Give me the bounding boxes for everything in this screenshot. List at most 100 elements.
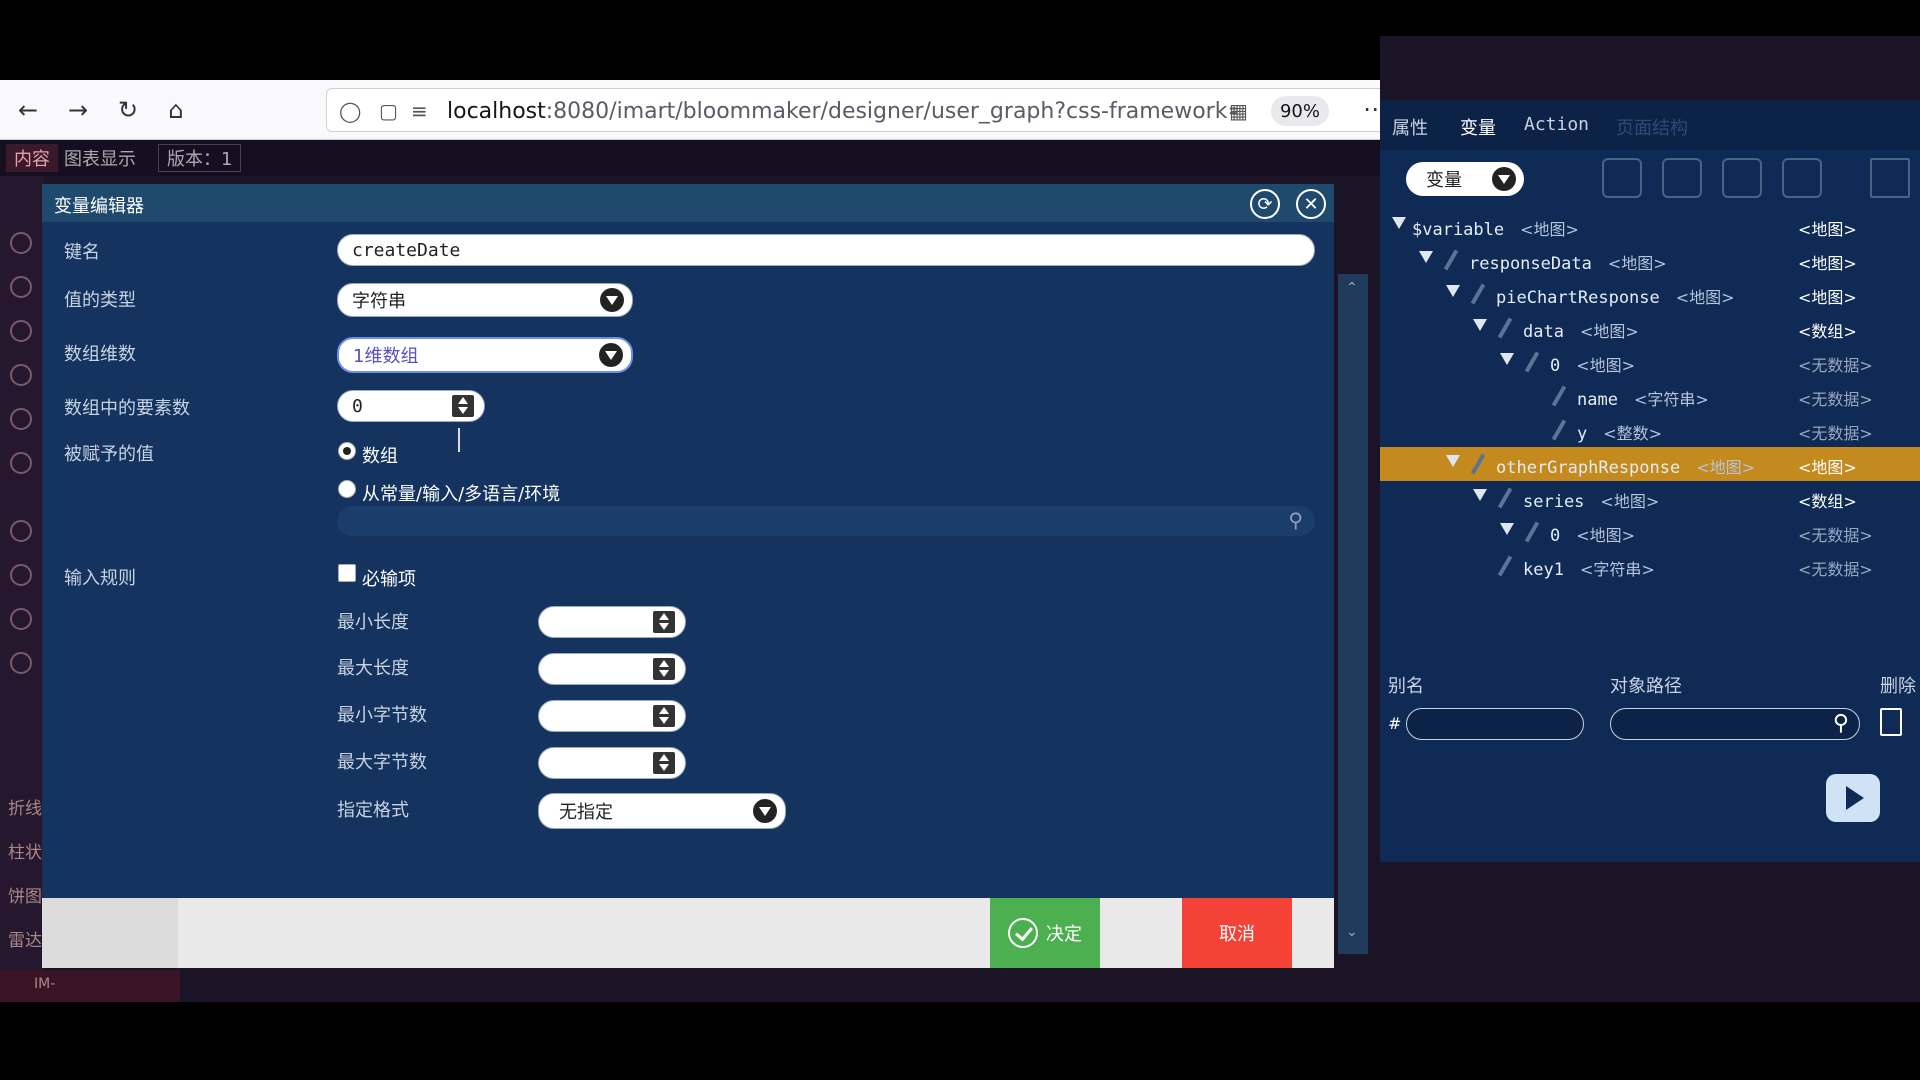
left-label-bar[interactable]: 柱状 xyxy=(8,838,42,863)
edit-pencil-icon[interactable] xyxy=(1497,487,1513,509)
left-label-line[interactable]: 折线 xyxy=(8,794,42,819)
zoom-level[interactable]: 90% xyxy=(1271,96,1329,126)
expand-triangle-icon[interactable] xyxy=(1473,319,1487,331)
play-icon[interactable] xyxy=(10,320,32,342)
stepper-arrows-icon[interactable] xyxy=(653,611,675,633)
edit-pencil-icon[interactable] xyxy=(1524,521,1540,543)
shield-icon[interactable]: ◯ xyxy=(339,99,361,123)
home-icon[interactable]: ⌂ xyxy=(160,94,192,126)
play-icon[interactable] xyxy=(10,276,32,298)
tree-node-key: name xyxy=(1577,390,1618,410)
reload-icon[interactable]: ↻ xyxy=(112,94,144,126)
left-label-radar[interactable]: 雷达 xyxy=(8,926,42,951)
url-bar[interactable]: ◯ ▢ ≡ localhost:8080/imart/bloommaker/de… xyxy=(326,88,1444,132)
edit-pencil-icon[interactable] xyxy=(1470,453,1486,475)
trash-icon[interactable] xyxy=(1870,158,1910,198)
key-input[interactable]: createDate xyxy=(337,234,1315,266)
required-checkbox[interactable] xyxy=(338,564,356,582)
tree-row[interactable]: name <字符串> <无数据> xyxy=(1380,379,1920,413)
cancel-button[interactable]: 取消 xyxy=(1182,898,1292,968)
json-icon[interactable] xyxy=(1782,158,1822,198)
tree-row[interactable]: series <地图> <数组> xyxy=(1380,481,1920,515)
bottom-item[interactable]: IM- xyxy=(0,970,180,1002)
edit-pencil-icon[interactable] xyxy=(1551,419,1567,441)
tree-row[interactable]: $variable <地图> <地图> xyxy=(1380,209,1920,243)
radio-array[interactable] xyxy=(338,442,356,460)
edit-pencil-icon[interactable] xyxy=(1524,351,1540,373)
edit-pencil-icon[interactable] xyxy=(1470,283,1486,305)
play-icon[interactable] xyxy=(10,608,32,630)
expand-triangle-icon[interactable] xyxy=(1392,217,1406,229)
expand-triangle-icon[interactable] xyxy=(1446,285,1460,297)
left-label-pie[interactable]: 饼图 xyxy=(8,882,42,907)
min-length-stepper[interactable] xyxy=(538,606,686,638)
url-text[interactable]: localhost:8080/imart/bloommaker/designer… xyxy=(447,99,1237,124)
stepper-arrows-icon[interactable] xyxy=(653,705,675,727)
array-dim-select[interactable]: 1维数组 xyxy=(337,337,633,373)
collapse-icon[interactable]: ⟳ xyxy=(1250,189,1280,219)
stepper-arrows-icon[interactable] xyxy=(452,395,474,417)
expand-triangle-icon[interactable] xyxy=(1500,523,1514,535)
dialog-scrollbar[interactable]: ⌃ ⌄ xyxy=(1338,274,1368,954)
constant-input[interactable]: ⚲ xyxy=(337,506,1315,536)
tree-row[interactable]: otherGraphResponse <地图> <地图> xyxy=(1380,447,1920,481)
tab-content[interactable]: 内容 xyxy=(6,144,58,172)
tree-row[interactable]: responseData <地图> <地图> xyxy=(1380,243,1920,277)
tree-row[interactable]: pieChartResponse <地图> <地图> xyxy=(1380,277,1920,311)
forward-icon[interactable]: → xyxy=(62,94,94,126)
add-record-icon[interactable] xyxy=(1662,158,1702,198)
tab-variables[interactable]: 变量 xyxy=(1460,114,1496,140)
max-bytes-stepper[interactable] xyxy=(538,747,686,779)
trash-icon[interactable] xyxy=(1880,708,1902,736)
tree-row[interactable]: 0 <地图> <无数据> xyxy=(1380,515,1920,549)
search-icon[interactable]: ⚲ xyxy=(1288,508,1303,532)
play-icon[interactable] xyxy=(10,364,32,386)
edit-pencil-icon[interactable] xyxy=(1443,249,1459,271)
play-icon[interactable] xyxy=(10,452,32,474)
edit-pencil-icon[interactable] xyxy=(1551,385,1567,407)
play-icon[interactable] xyxy=(10,408,32,430)
back-icon[interactable]: ← xyxy=(12,94,44,126)
max-length-stepper[interactable] xyxy=(538,653,686,685)
expand-circle-icon[interactable] xyxy=(10,652,32,674)
stepper-arrows-icon[interactable] xyxy=(653,752,675,774)
alias-input[interactable] xyxy=(1406,708,1584,740)
copy-variable-icon[interactable] xyxy=(1722,158,1762,198)
tree-row[interactable]: y <整数> <无数据> xyxy=(1380,413,1920,447)
permissions-icon[interactable]: ≡ xyxy=(411,99,428,123)
edit-pencil-icon[interactable] xyxy=(1497,317,1513,339)
tab-chart-display[interactable]: 图表显示 xyxy=(56,144,144,172)
expand-triangle-icon[interactable] xyxy=(1500,353,1514,365)
expand-triangle-icon[interactable] xyxy=(1419,251,1433,263)
tab-page-structure[interactable]: 页面结构 xyxy=(1616,114,1688,140)
tree-row[interactable]: 0 <地图> <无数据> xyxy=(1380,345,1920,379)
stepper-arrows-icon[interactable] xyxy=(653,658,675,680)
close-icon[interactable]: ✕ xyxy=(1296,189,1326,219)
expand-triangle-icon[interactable] xyxy=(1446,455,1460,467)
tab-properties[interactable]: 属性 xyxy=(1392,114,1428,140)
search-icon[interactable]: ⚲ xyxy=(1833,711,1849,736)
tree-node-value: <地图> xyxy=(1798,254,1857,273)
min-bytes-stepper[interactable] xyxy=(538,700,686,732)
play-icon[interactable] xyxy=(10,520,32,542)
element-count-stepper[interactable]: 0 xyxy=(337,390,485,422)
format-select[interactable]: 无指定 xyxy=(538,793,786,829)
scroll-down-icon[interactable]: ⌄ xyxy=(1346,924,1358,940)
tree-node-key: $variable xyxy=(1412,220,1505,240)
expand-triangle-icon[interactable] xyxy=(1473,489,1487,501)
play-icon[interactable] xyxy=(10,564,32,586)
edit-pencil-icon[interactable] xyxy=(1497,555,1513,577)
radio-constant[interactable] xyxy=(338,480,356,498)
tab-action[interactable]: Action xyxy=(1524,114,1589,135)
ok-button[interactable]: 决定 xyxy=(990,898,1100,968)
add-variable-icon[interactable] xyxy=(1602,158,1642,198)
play-icon[interactable] xyxy=(10,232,32,254)
qr-code-icon[interactable]: ▦ xyxy=(1229,99,1248,123)
variable-type-dropdown[interactable]: 变量 xyxy=(1406,162,1524,196)
scroll-up-icon[interactable]: ⌃ xyxy=(1346,280,1358,296)
object-path-input[interactable]: ⚲ xyxy=(1610,708,1860,740)
value-type-select[interactable]: 字符串 xyxy=(337,283,633,317)
tree-row[interactable]: key1 <字符串> <无数据> xyxy=(1380,549,1920,583)
tree-row[interactable]: data <地图> <数组> xyxy=(1380,311,1920,345)
play-video-icon[interactable] xyxy=(1826,774,1880,822)
